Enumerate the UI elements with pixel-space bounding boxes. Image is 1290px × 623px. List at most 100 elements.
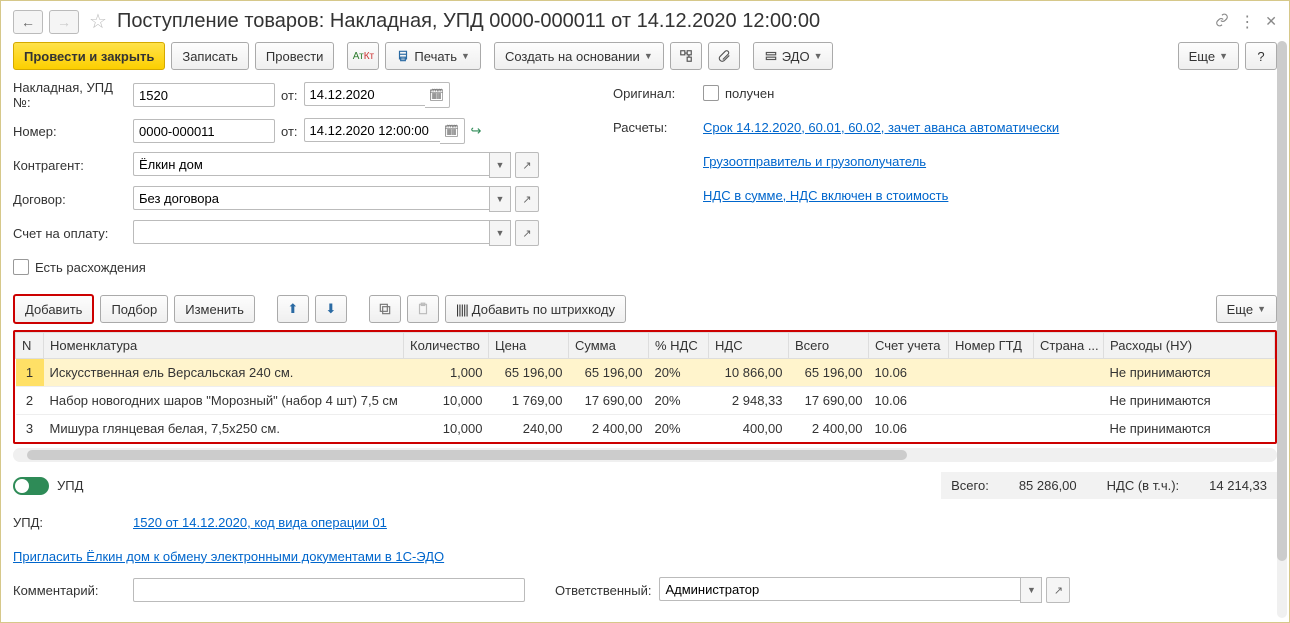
cell-gtd [949,359,1034,387]
help-button[interactable]: ? [1245,42,1277,70]
invoice-pay-label: Счет на оплату: [13,226,133,241]
related-docs-button[interactable] [670,42,702,70]
cell-sum: 2 400,00 [569,415,649,443]
discrepancies-label: Есть расхождения [35,260,146,275]
vat-link[interactable]: НДС в сумме, НДС включен в стоимость [703,188,948,203]
cell-sum: 17 690,00 [569,387,649,415]
table-row[interactable]: 1Искусственная ель Версальская 240 см.1,… [16,359,1275,387]
cell-country [1034,387,1104,415]
calendar-icon[interactable]: 🗓 [425,82,450,108]
cell-expenses: Не принимаются [1104,415,1275,443]
edo-button[interactable]: ЭДО▼ [753,42,834,70]
calendar-icon-2[interactable]: 🗓 [440,118,465,144]
paste-button[interactable] [407,295,439,323]
attachment-button[interactable] [708,42,740,70]
upd-toggle[interactable] [13,477,49,495]
responsible-dropdown-icon[interactable]: ▼ [1020,577,1042,603]
write-button[interactable]: Записать [171,42,249,70]
vertical-scrollbar[interactable] [1277,41,1287,618]
fill-icon[interactable]: ↪ [471,123,482,139]
cell-sum: 65 196,00 [569,359,649,387]
post-and-close-label: Провести и закрыть [24,49,154,64]
cell-total: 17 690,00 [789,387,869,415]
move-down-button[interactable]: ⬇ [315,295,347,323]
invoice-date-field[interactable] [304,82,425,106]
col-expenses[interactable]: Расходы (НУ) [1104,333,1275,359]
table-row[interactable]: 3Мишура глянцевая белая, 7,5х250 см.10,0… [16,415,1275,443]
invoice-pay-open-icon[interactable]: ↗ [515,220,539,246]
responsible-field[interactable] [659,577,1020,601]
counterparty-field[interactable] [133,152,489,176]
edo-invite-link[interactable]: Пригласить Ёлкин дом к обмену электронны… [13,549,444,564]
col-qty[interactable]: Количество [404,333,489,359]
cell-country [1034,359,1104,387]
col-account[interactable]: Счет учета [869,333,949,359]
original-received-checkbox[interactable] [703,85,719,101]
create-based-button[interactable]: Создать на основании▼ [494,42,664,70]
table-more-button[interactable]: Еще▼ [1216,295,1277,323]
col-vatpct[interactable]: % НДС [649,333,709,359]
shipper-link[interactable]: Грузоотправитель и грузополучатель [703,154,926,169]
vat-total-value: 14 214,33 [1209,478,1267,493]
calc-link[interactable]: Срок 14.12.2020, 60.01, 60.02, зачет ава… [703,120,1059,135]
copy-button[interactable] [369,295,401,323]
link-icon[interactable] [1215,13,1229,30]
original-received-label: получен [725,86,774,101]
edo-label: ЭДО [782,49,810,64]
cell-vatpct: 20% [649,415,709,443]
vat-total-label: НДС (в т.ч.): [1107,478,1180,493]
invoice-no-field[interactable] [133,83,275,107]
col-country[interactable]: Страна ... [1034,333,1104,359]
cell-n: 2 [16,387,44,415]
number-field[interactable] [133,119,275,143]
edit-row-button[interactable]: Изменить [174,295,255,323]
contract-open-icon[interactable]: ↗ [515,186,539,212]
number-date-field[interactable] [304,118,440,142]
responsible-open-icon[interactable]: ↗ [1046,577,1070,603]
nav-forward-button[interactable]: → [49,10,79,34]
counterparty-open-icon[interactable]: ↗ [515,152,539,178]
favorite-star-icon[interactable]: ☆ [89,9,107,34]
post-button[interactable]: Провести [255,42,335,70]
invoice-no-label: Накладная, УПД №: [13,80,133,110]
table-header-row: N Номенклатура Количество Цена Сумма % Н… [16,333,1275,359]
col-vat[interactable]: НДС [709,333,789,359]
comment-field[interactable] [133,578,525,602]
cell-price: 1 769,00 [489,387,569,415]
add-barcode-button[interactable]: ||||| Добавить по штрихкоду [445,295,626,323]
counterparty-dropdown-icon[interactable]: ▼ [489,152,511,178]
cell-account: 10.06 [869,415,949,443]
col-gtd[interactable]: Номер ГТД [949,333,1034,359]
invoice-pay-field[interactable] [133,220,489,244]
discrepancies-checkbox[interactable] [13,259,29,275]
toolbar-more-label: Еще [1189,49,1215,64]
post-and-close-button[interactable]: Провести и закрыть [13,42,165,70]
col-price[interactable]: Цена [489,333,569,359]
horizontal-scrollbar[interactable] [13,448,1277,462]
window-more-icon[interactable]: ⋮ [1239,12,1255,32]
col-sum[interactable]: Сумма [569,333,649,359]
nav-back-button[interactable]: ← [13,10,43,34]
table-row[interactable]: 2Набор новогодних шаров "Морозный" (набо… [16,387,1275,415]
cell-vat: 10 866,00 [709,359,789,387]
add-barcode-label: Добавить по штрихкоду [472,302,615,317]
contract-dropdown-icon[interactable]: ▼ [489,186,511,212]
pick-label: Подбор [111,302,157,317]
window-close-icon[interactable]: ✕ [1265,13,1277,30]
add-row-button[interactable]: Добавить [13,294,94,324]
col-total[interactable]: Всего [789,333,869,359]
pick-button[interactable]: Подбор [100,295,168,323]
from-label-1: от: [281,88,298,103]
toolbar-more-button[interactable]: Еще▼ [1178,42,1239,70]
number-label: Номер: [13,124,133,139]
col-item[interactable]: Номенклатура [44,333,404,359]
contract-field[interactable] [133,186,489,210]
dtkt-button[interactable]: АтКт [347,42,379,70]
invoice-pay-dropdown-icon[interactable]: ▼ [489,220,511,246]
cell-qty: 1,000 [404,359,489,387]
upd-link[interactable]: 1520 от 14.12.2020, код вида операции 01 [133,515,387,530]
cell-total: 65 196,00 [789,359,869,387]
print-button[interactable]: Печать▼ [385,42,481,70]
move-up-button[interactable]: ⬆ [277,295,309,323]
col-n[interactable]: N [16,333,44,359]
